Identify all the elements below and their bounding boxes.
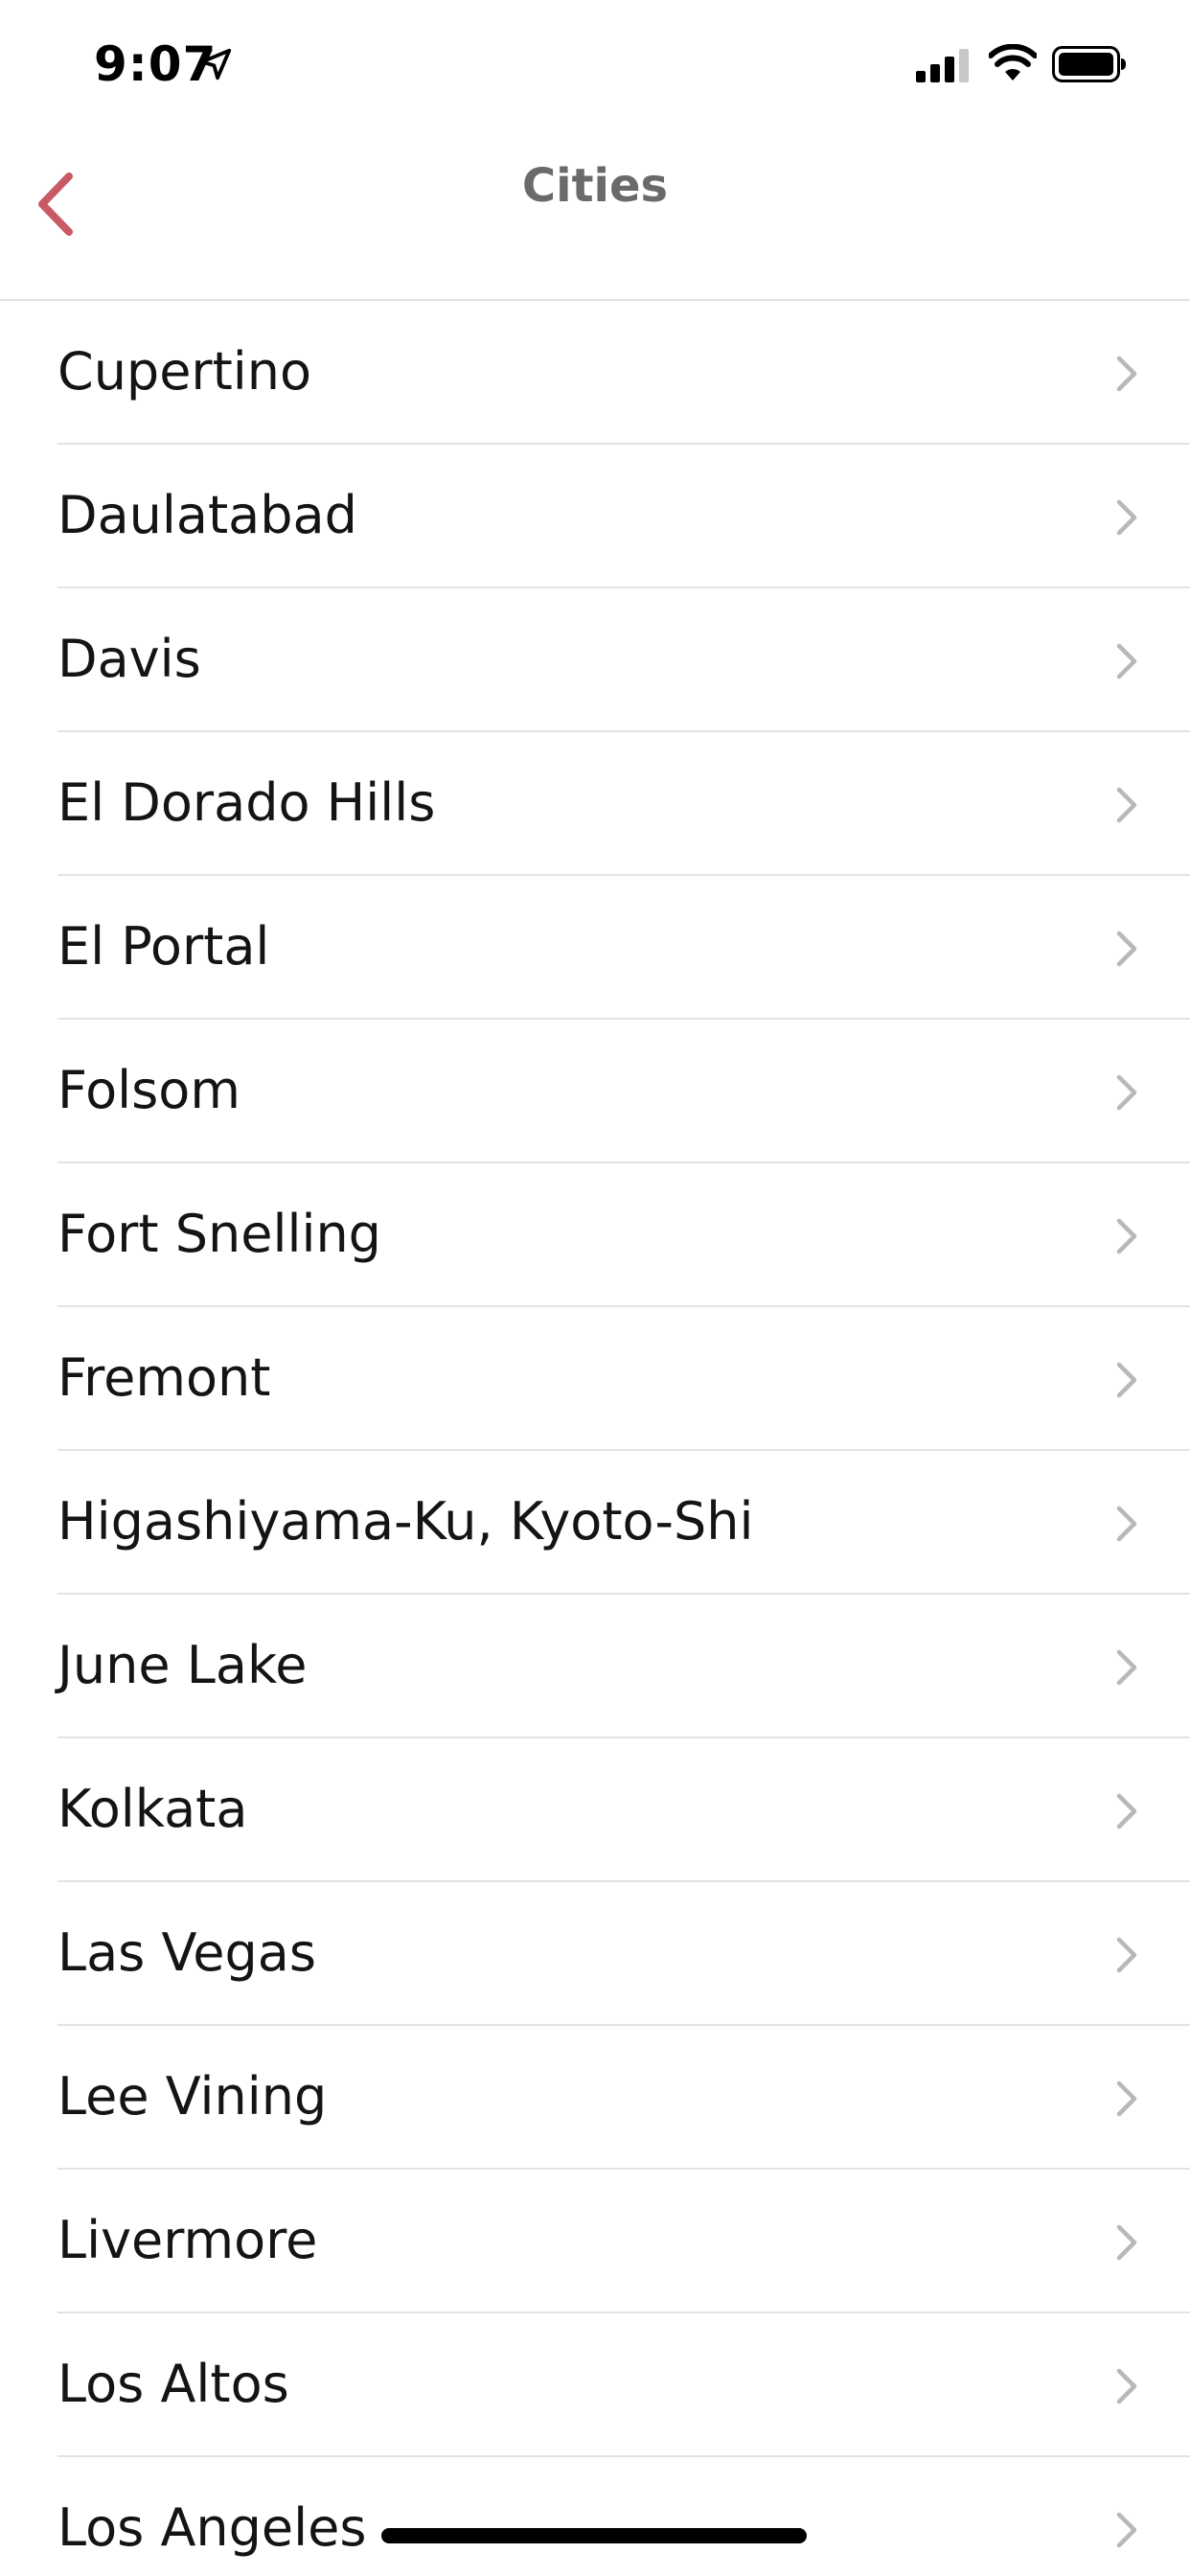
city-name: El Portal	[57, 916, 270, 977]
list-item[interactable]: El Portal	[57, 876, 1190, 1020]
city-name: Lee Vining	[57, 2066, 328, 2127]
city-name: Los Altos	[57, 2354, 289, 2414]
page-title: Cities	[521, 159, 669, 213]
battery-icon	[1052, 46, 1126, 82]
city-name: June Lake	[57, 1635, 308, 1695]
city-name: Fremont	[57, 1347, 271, 1408]
city-name: Livermore	[57, 2210, 318, 2270]
chevron-right-icon	[1116, 931, 1137, 967]
chevron-right-icon	[1116, 1793, 1137, 1829]
list-item[interactable]: Las Vegas	[57, 1882, 1190, 2026]
chevron-right-icon	[1116, 1074, 1137, 1111]
chevron-right-icon	[1116, 1362, 1137, 1398]
city-name: Las Vegas	[57, 1922, 316, 1983]
list-item[interactable]: Kolkata	[57, 1738, 1190, 1882]
list-item[interactable]: Lee Vining	[57, 2026, 1190, 2170]
wifi-icon	[989, 44, 1037, 80]
chevron-right-icon	[1116, 1649, 1137, 1686]
city-name: Cupertino	[57, 341, 312, 402]
chevron-right-icon	[1116, 356, 1137, 392]
chevron-right-icon	[1116, 1506, 1137, 1542]
list-item[interactable]: Los Angeles	[57, 2457, 1190, 2576]
navigation-bar: Cities	[0, 126, 1190, 299]
list-item[interactable]: Los Altos	[57, 2313, 1190, 2457]
city-name: Kolkata	[57, 1779, 248, 1839]
chevron-right-icon	[1116, 2081, 1137, 2117]
city-name: Los Angeles	[57, 2497, 367, 2558]
chevron-right-icon	[1116, 2224, 1137, 2261]
city-name: Davis	[57, 629, 201, 689]
screen: 9:07 Cities Cupertino Daulatabad Davis E…	[0, 0, 1190, 2576]
chevron-right-icon	[1116, 1218, 1137, 1254]
list-item[interactable]: Folsom	[57, 1020, 1190, 1163]
chevron-right-icon	[1116, 1937, 1137, 1973]
city-name: Fort Snelling	[57, 1204, 381, 1264]
status-bar: 9:07	[0, 0, 1190, 126]
home-indicator	[381, 2528, 807, 2543]
city-name: Higashiyama-Ku, Kyoto-Shi	[57, 1491, 754, 1552]
list-item[interactable]: El Dorado Hills	[57, 732, 1190, 876]
chevron-right-icon	[1116, 499, 1137, 536]
list-item[interactable]: Daulatabad	[57, 445, 1190, 588]
chevron-right-icon	[1116, 787, 1137, 823]
location-arrow-icon	[199, 48, 232, 80]
city-name: El Dorado Hills	[57, 772, 436, 833]
chevron-right-icon	[1116, 643, 1137, 679]
list-item[interactable]: Fort Snelling	[57, 1163, 1190, 1307]
list-item[interactable]: Higashiyama-Ku, Kyoto-Shi	[57, 1451, 1190, 1595]
list-item[interactable]: June Lake	[57, 1595, 1190, 1738]
chevron-right-icon	[1116, 2512, 1137, 2548]
list-item[interactable]: Davis	[57, 588, 1190, 732]
chevron-right-icon	[1116, 2368, 1137, 2404]
list-item[interactable]: Cupertino	[57, 301, 1190, 445]
city-name: Daulatabad	[57, 485, 357, 545]
city-list: Cupertino Daulatabad Davis El Dorado Hills E…	[0, 299, 1190, 2576]
list-item[interactable]: Livermore	[57, 2170, 1190, 2313]
city-name: Folsom	[57, 1060, 240, 1120]
list-item[interactable]: Fremont	[57, 1307, 1190, 1451]
signal-icon	[916, 49, 969, 82]
